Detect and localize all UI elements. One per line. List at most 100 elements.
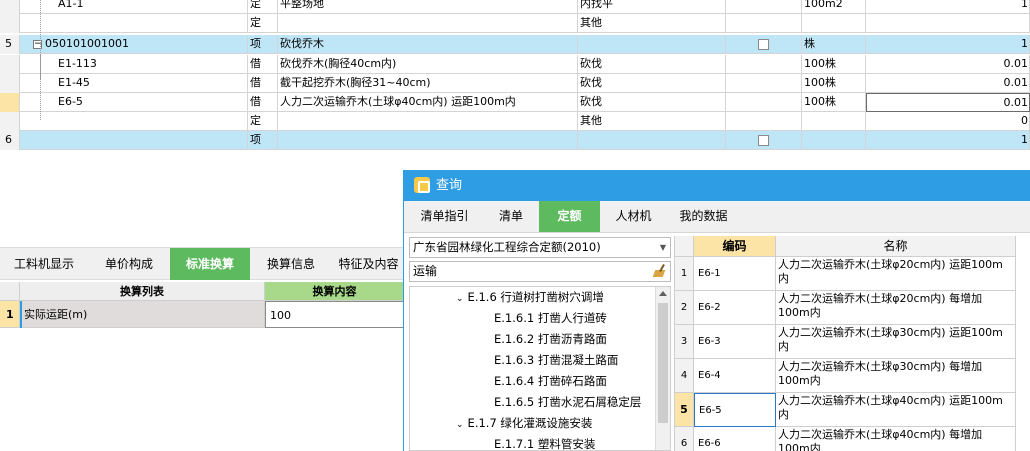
feature-cell[interactable]: 其他 bbox=[578, 112, 726, 131]
checkbox-cell[interactable] bbox=[726, 112, 802, 131]
unit-cell[interactable] bbox=[802, 131, 866, 150]
library-select[interactable]: 广东省园林绿化工程综合定额(2010) ▼ bbox=[409, 237, 671, 258]
detail-tab[interactable]: 特征及内容 bbox=[332, 248, 405, 280]
type-cell[interactable]: 定 bbox=[248, 14, 278, 33]
expand-chevron-icon[interactable]: ⌄ bbox=[456, 294, 464, 304]
checkbox-cell[interactable] bbox=[726, 74, 802, 93]
code-cell[interactable]: −050101001001 bbox=[20, 35, 248, 54]
quantity-cell[interactable]: 1 bbox=[866, 131, 1030, 150]
code-cell[interactable] bbox=[20, 14, 248, 33]
checkbox-cell[interactable] bbox=[726, 0, 802, 14]
quantity-cell[interactable]: 0 bbox=[866, 112, 1030, 131]
grid-row[interactable]: E1-45 借截干起挖乔木(胸径31~40cm) 砍伐 100株 0.01 bbox=[0, 74, 1030, 93]
type-cell[interactable]: 项 bbox=[248, 131, 278, 150]
dialog-tab[interactable]: 人材机 bbox=[600, 201, 667, 232]
type-cell[interactable]: 借 bbox=[248, 55, 278, 74]
result-row[interactable]: 3 E6-3 人力二次运输乔木(土球φ30cm内) 运距100m内 bbox=[675, 325, 1030, 359]
quantity-cell[interactable]: 0.01 bbox=[866, 55, 1030, 74]
result-row[interactable]: 4 E6-4 人力二次运输乔木(土球φ30cm内) 每增加100m内 bbox=[675, 359, 1030, 393]
grid-row[interactable]: 6 项 1 bbox=[0, 131, 1030, 150]
detail-tab[interactable]: 标准换算 bbox=[170, 248, 250, 280]
feature-cell[interactable]: 砍伐 bbox=[578, 55, 726, 74]
clear-broom-icon[interactable] bbox=[652, 264, 666, 278]
name-cell[interactable]: 截干起挖乔木(胸径31~40cm) bbox=[278, 74, 578, 93]
dialog-tab[interactable]: 清单 bbox=[483, 201, 539, 232]
quantity-cell[interactable] bbox=[866, 14, 1030, 33]
feature-cell[interactable]: 砍伐 bbox=[578, 74, 726, 93]
name-cell[interactable] bbox=[278, 14, 578, 33]
code-cell[interactable]: A1-1 bbox=[20, 0, 248, 14]
checkbox-cell[interactable] bbox=[726, 131, 802, 150]
checkbox-cell[interactable] bbox=[726, 14, 802, 33]
grid-row[interactable]: 定 其他 bbox=[0, 14, 1030, 33]
dialog-tab[interactable]: 清单指引 bbox=[406, 201, 483, 232]
feature-cell[interactable] bbox=[578, 35, 726, 54]
row-checkbox[interactable] bbox=[758, 134, 769, 146]
tree-node[interactable]: E.1.6.2 打凿沥青路面 bbox=[494, 329, 607, 350]
type-cell[interactable]: 定 bbox=[248, 0, 278, 14]
feature-cell[interactable]: 砍伐 bbox=[578, 93, 726, 112]
tree-node[interactable]: ⌄ E.1.7 绿化灌溉设施安装 bbox=[456, 413, 592, 434]
unit-cell[interactable] bbox=[802, 14, 866, 33]
type-cell[interactable]: 定 bbox=[248, 112, 278, 131]
result-row[interactable]: 2 E6-2 人力二次运输乔木(土球φ20cm内) 每增加100m内 bbox=[675, 291, 1030, 325]
name-cell[interactable]: 人力二次运输乔木(土球φ40cm内) 运距100m内 bbox=[278, 93, 578, 112]
feature-cell[interactable] bbox=[578, 131, 726, 150]
type-cell[interactable]: 借 bbox=[248, 74, 278, 93]
code-cell[interactable]: E6-5 bbox=[20, 93, 248, 112]
code-cell[interactable]: E1-45 bbox=[20, 74, 248, 93]
conv-value-input[interactable]: 100 bbox=[265, 301, 405, 328]
name-cell[interactable]: 砍伐乔木 bbox=[278, 35, 578, 54]
checkbox-cell[interactable] bbox=[726, 35, 802, 54]
results-name-header[interactable]: 名称 bbox=[776, 236, 1016, 257]
result-row[interactable]: 1 E6-1 人力二次运输乔木(土球φ20cm内) 运距100m内 bbox=[675, 257, 1030, 291]
scroll-thumb[interactable] bbox=[658, 303, 668, 423]
result-row[interactable]: 6 E6-6 人力二次运输乔木(土球φ40cm内) 每增加100m内 bbox=[675, 427, 1030, 451]
code-cell[interactable]: E1-113 bbox=[20, 55, 248, 74]
result-row[interactable]: 5 E6-5 人力二次运输乔木(土球φ40cm内) 运距100m内 bbox=[675, 393, 1030, 427]
unit-cell[interactable]: 株 bbox=[802, 35, 866, 54]
search-input[interactable]: 运输 bbox=[409, 261, 671, 282]
unit-cell[interactable]: 100株 bbox=[802, 93, 866, 112]
tree-node[interactable]: E.1.6.4 打凿碎石路面 bbox=[494, 371, 607, 392]
quantity-cell[interactable]: 1 bbox=[866, 0, 1030, 14]
detail-tab[interactable]: 换算信息 bbox=[250, 248, 332, 280]
grid-row[interactable]: 定 其他 0 bbox=[0, 112, 1030, 131]
expand-chevron-icon[interactable]: ⌄ bbox=[456, 420, 464, 430]
dialog-titlebar[interactable]: 查询 bbox=[404, 170, 1030, 201]
grid-row[interactable]: E6-5 借人力二次运输乔木(土球φ40cm内) 运距100m内 砍伐 100株 0.0… bbox=[0, 93, 1030, 112]
results-code-header[interactable]: 编码 bbox=[694, 236, 776, 257]
tree-scrollbar[interactable] bbox=[655, 287, 670, 450]
tree-node[interactable]: E.1.7.1 塑料管安装 bbox=[494, 434, 595, 450]
quantity-cell[interactable]: 0.01 bbox=[866, 74, 1030, 93]
name-cell[interactable]: 砍伐乔木(胸径40cm内) bbox=[278, 55, 578, 74]
feature-cell[interactable]: 其他 bbox=[578, 14, 726, 33]
code-cell[interactable] bbox=[20, 131, 248, 150]
type-cell[interactable]: 项 bbox=[248, 35, 278, 54]
unit-cell[interactable]: 100株 bbox=[802, 55, 866, 74]
type-cell[interactable]: 借 bbox=[248, 93, 278, 112]
tree-node[interactable]: E.1.6.5 打凿水泥石屑稳定层 bbox=[494, 392, 641, 413]
unit-cell[interactable]: 100m2 bbox=[802, 0, 866, 14]
name-cell[interactable] bbox=[278, 131, 578, 150]
tree-node[interactable]: ⌄ E.1.6 行道树打凿树穴调增 bbox=[456, 287, 604, 308]
row-checkbox[interactable] bbox=[758, 38, 769, 50]
quantity-cell[interactable]: 1 bbox=[866, 35, 1030, 54]
unit-cell[interactable] bbox=[802, 112, 866, 131]
tree-node[interactable]: E.1.6.1 打凿人行道砖 bbox=[494, 308, 607, 329]
unit-cell[interactable]: 100株 bbox=[802, 74, 866, 93]
detail-tab[interactable]: 工料机显示 bbox=[0, 248, 88, 280]
code-cell[interactable] bbox=[20, 112, 248, 131]
name-cell[interactable] bbox=[278, 112, 578, 131]
dialog-tab[interactable]: 我的数据 bbox=[667, 201, 740, 232]
grid-row[interactable]: A1-1 定平整场地 内找平 100m2 1 bbox=[0, 0, 1030, 14]
checkbox-cell[interactable] bbox=[726, 55, 802, 74]
scroll-up-icon[interactable] bbox=[659, 291, 667, 296]
grid-row[interactable]: E1-113 借砍伐乔木(胸径40cm内) 砍伐 100株 0.01 bbox=[0, 55, 1030, 74]
checkbox-cell[interactable] bbox=[726, 93, 802, 112]
name-cell[interactable]: 平整场地 bbox=[278, 0, 578, 14]
dialog-tab[interactable]: 定额 bbox=[539, 201, 600, 232]
grid-row[interactable]: 5−050101001001 项砍伐乔木 株 1 bbox=[0, 35, 1030, 54]
detail-tab[interactable]: 单价构成 bbox=[88, 248, 170, 280]
quantity-cell[interactable]: 0.01 bbox=[866, 93, 1030, 112]
